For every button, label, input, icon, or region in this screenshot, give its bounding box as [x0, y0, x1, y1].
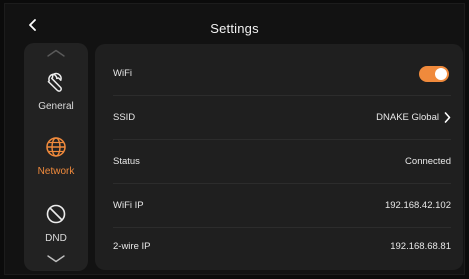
sidebar: General Network DND: [24, 43, 88, 271]
wrench-icon: [45, 71, 67, 93]
ssid-value-group: DNAKE Global: [376, 112, 451, 123]
wifi-ip-label: WiFi IP: [113, 200, 144, 211]
chevron-up-icon: [47, 44, 65, 62]
sidebar-item-network[interactable]: Network: [24, 136, 88, 196]
wire-ip-row: 2-wire IP 192.168.68.81: [113, 228, 451, 264]
sidebar-item-general[interactable]: General: [24, 71, 88, 131]
ssid-label: SSID: [113, 112, 136, 123]
settings-screen: Settings General Network DND WiFi SSID D…: [4, 3, 465, 275]
wifi-label: WiFi: [113, 68, 132, 79]
page-title: Settings: [210, 21, 259, 36]
sidebar-scroll-down[interactable]: [24, 252, 88, 266]
globe-icon: [45, 136, 67, 158]
sidebar-scroll-up[interactable]: [24, 46, 88, 60]
status-row: Status Connected: [113, 140, 451, 184]
wifi-toggle[interactable]: [419, 65, 449, 82]
sidebar-item-label: General: [38, 101, 74, 112]
wire-ip-label: 2-wire IP: [113, 240, 151, 252]
block-icon: [45, 203, 67, 225]
wifi-ip-row: WiFi IP 192.168.42.102: [113, 184, 451, 228]
chevron-right-icon: [444, 112, 451, 123]
wifi-ip-value: 192.168.42.102: [384, 200, 451, 211]
ssid-value: DNAKE Global: [376, 112, 439, 123]
status-label: Status: [113, 156, 140, 167]
ssid-row[interactable]: SSID DNAKE Global: [113, 96, 451, 140]
status-value: Connected: [405, 156, 451, 167]
toggle-knob: [435, 67, 447, 80]
sidebar-item-label: DND: [45, 233, 67, 244]
chevron-down-icon: [47, 250, 65, 268]
wifi-row: WiFi: [113, 52, 451, 96]
sidebar-item-label: Network: [37, 166, 75, 177]
wire-ip-value: 192.168.68.81: [390, 240, 451, 252]
network-settings-panel: WiFi SSID DNAKE Global Status Connected …: [95, 44, 463, 270]
